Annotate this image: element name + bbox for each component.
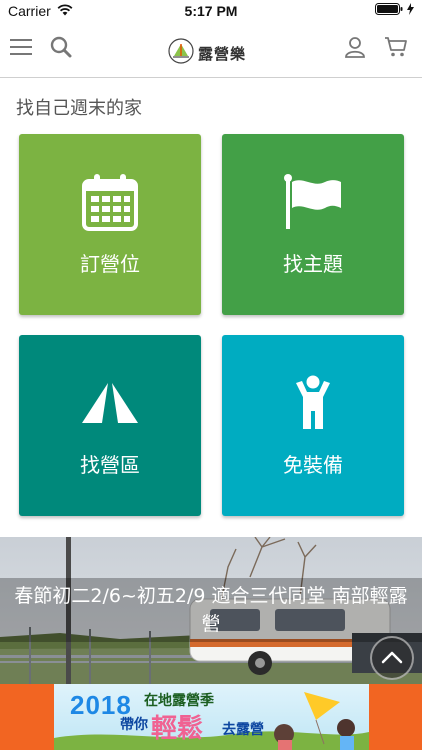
account-button[interactable] xyxy=(340,34,370,64)
status-right xyxy=(375,3,414,19)
person-icon xyxy=(283,373,343,433)
menu-button[interactable] xyxy=(6,34,36,64)
cart-icon xyxy=(384,36,408,62)
calendar-icon xyxy=(80,172,140,232)
scroll-to-top-button[interactable] xyxy=(370,636,414,680)
battery-icon xyxy=(375,3,403,19)
user-icon xyxy=(344,36,366,62)
promo-banner[interactable]: 春節初二2/6~初五2/9 適合三代同堂 南部輕露營 xyxy=(0,537,422,684)
logo-text: 露營樂 xyxy=(198,44,247,63)
chevron-up-icon xyxy=(381,649,403,668)
tent-icon xyxy=(80,373,140,433)
search-icon xyxy=(50,36,72,62)
ad-headline: 在地露營季 xyxy=(144,693,214,709)
status-left: Carrier xyxy=(8,3,73,19)
ad-banner[interactable]: 2018 在地露營季 帶你 輕鬆 去露營 xyxy=(0,684,422,750)
charging-icon xyxy=(407,3,414,19)
tile-book-campsite[interactable]: 訂營位 xyxy=(19,134,201,315)
tile-label: 找主題 xyxy=(283,252,343,276)
hamburger-icon xyxy=(10,38,32,60)
ad-subline-suffix: 去露營 xyxy=(222,722,264,738)
tile-find-theme[interactable]: 找主題 xyxy=(222,134,404,315)
banner-caption: 春節初二2/6~初五2/9 適合三代同堂 南部輕露營 xyxy=(0,578,422,642)
tile-no-equipment[interactable]: 免裝備 xyxy=(222,335,404,516)
status-bar: Carrier 5:17 PM xyxy=(0,0,422,22)
section-title: 找自己週末的家 xyxy=(16,98,142,119)
app-logo[interactable]: 露營樂 xyxy=(168,38,247,68)
tile-label: 免裝備 xyxy=(283,453,343,477)
cart-button[interactable] xyxy=(381,34,411,64)
search-button[interactable] xyxy=(46,34,76,64)
ad-subline-prefix: 帶你 xyxy=(120,717,148,733)
nav-bar: 露營樂 xyxy=(0,24,422,78)
flag-icon xyxy=(283,172,343,232)
wifi-icon xyxy=(57,3,73,19)
ad-highlight: 輕鬆 xyxy=(151,714,204,744)
ad-artwork: 2018 在地露營季 帶你 輕鬆 去露營 xyxy=(54,684,369,750)
tile-find-campground[interactable]: 找營區 xyxy=(19,335,201,516)
logo-mark-icon xyxy=(168,38,194,68)
tile-label: 訂營位 xyxy=(80,252,140,276)
carrier-label: Carrier xyxy=(8,3,51,19)
tile-label: 找營區 xyxy=(80,453,140,477)
